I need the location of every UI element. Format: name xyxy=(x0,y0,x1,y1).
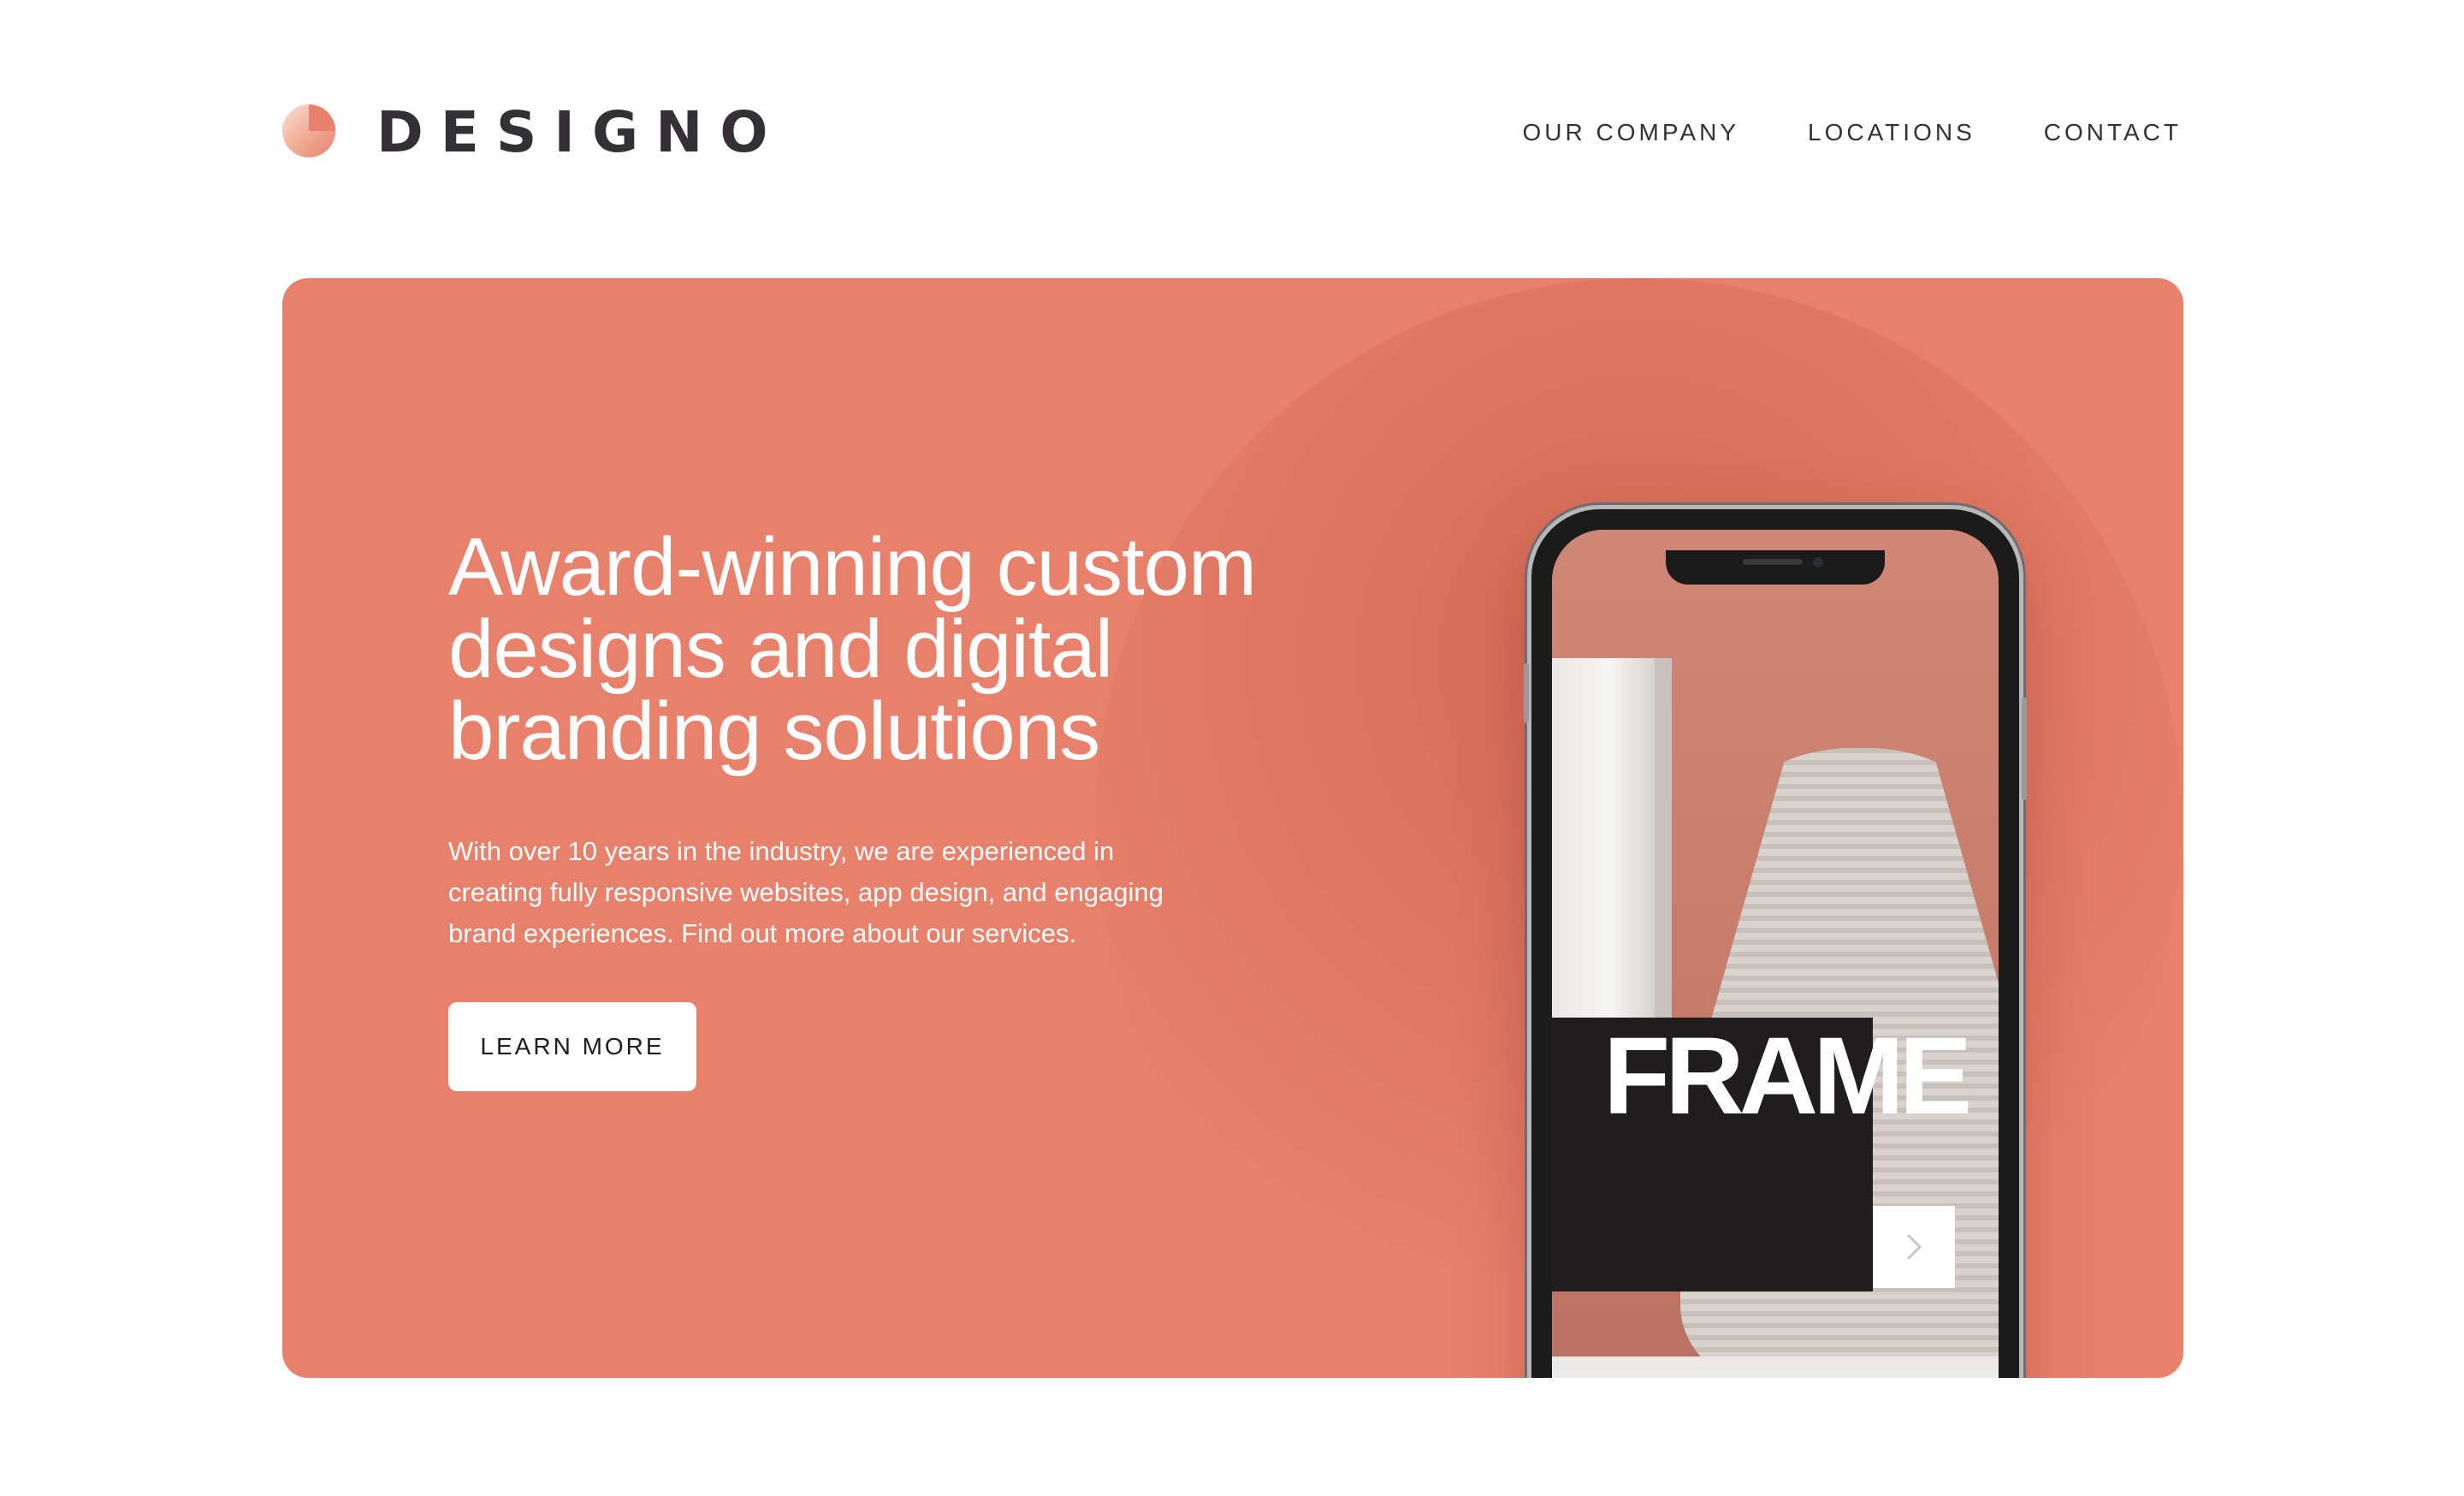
screen-picture-frame-image xyxy=(1552,658,1672,1018)
hero-title: Award-winning custom designs and digital… xyxy=(448,526,1304,773)
site-header: DESIGNO OUR COMPANY LOCATIONS CONTACT xyxy=(282,94,2182,171)
logo[interactable]: DESIGNO xyxy=(282,94,785,171)
screen-table-image xyxy=(1552,1356,1999,1378)
hero-title-line-3: branding solutions xyxy=(448,686,1100,777)
hero-banner: Award-winning custom designs and digital… xyxy=(282,278,2183,1378)
hero-text-block: Award-winning custom designs and digital… xyxy=(448,526,1304,954)
phone-screen: FRAME xyxy=(1552,530,1999,1378)
screen-frame-title: FRAME xyxy=(1603,1015,1972,1137)
phone-mockup: FRAME xyxy=(1524,509,2027,1378)
hero-title-line-1: Award-winning custom xyxy=(448,521,1257,613)
phone-speaker xyxy=(1743,559,1803,565)
phone-volume-button xyxy=(1524,663,1529,723)
phone-side-button xyxy=(2022,698,2027,800)
hero-description: With over 10 years in the industry, we a… xyxy=(448,836,1164,948)
phone-camera-icon xyxy=(1813,557,1823,567)
logo-text: DESIGNO xyxy=(376,99,785,165)
logo-mark-icon xyxy=(282,104,335,157)
phone-notch xyxy=(1666,550,1885,585)
screen-next-button[interactable] xyxy=(1873,1206,1955,1288)
nav-our-company[interactable]: OUR COMPANY xyxy=(1523,119,1740,146)
main-nav: OUR COMPANY LOCATIONS CONTACT xyxy=(1523,94,2182,171)
page: DESIGNO OUR COMPANY LOCATIONS CONTACT Aw… xyxy=(0,0,2464,1496)
nav-contact[interactable]: CONTACT xyxy=(2044,119,2182,146)
nav-locations[interactable]: LOCATIONS xyxy=(1808,119,1975,146)
chevron-right-icon xyxy=(1906,1233,1922,1261)
learn-more-button[interactable]: LEARN MORE xyxy=(448,1002,696,1091)
hero-title-line-2: designs and digital xyxy=(448,603,1113,695)
